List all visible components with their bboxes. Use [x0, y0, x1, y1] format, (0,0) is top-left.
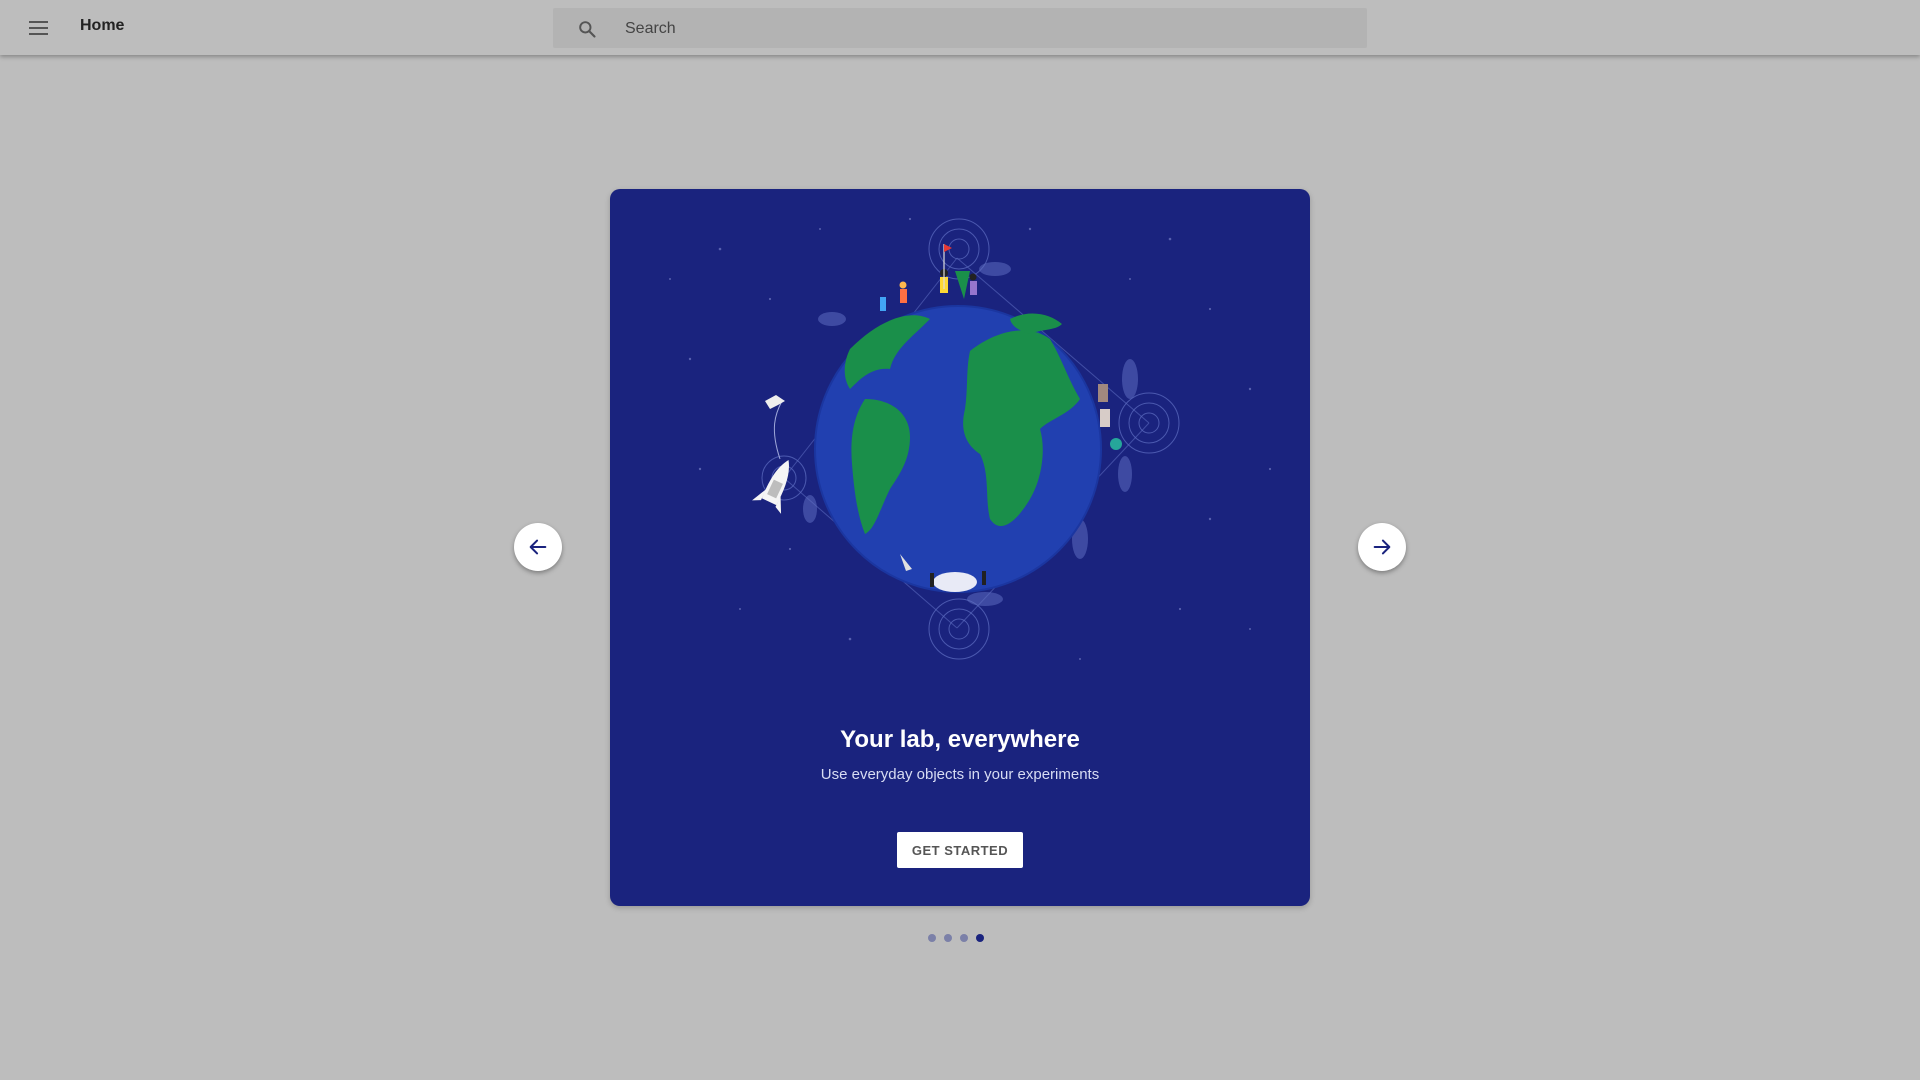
hamburger-menu-icon[interactable]	[22, 14, 54, 42]
carousel-pagination	[928, 933, 984, 943]
pagination-dot[interactable]	[960, 934, 968, 942]
pagination-dot-active[interactable]	[976, 934, 984, 942]
search-icon[interactable]	[577, 19, 597, 39]
arrow-left-icon	[529, 539, 547, 555]
slide-subtitle: Use everyday objects in your experiments	[820, 766, 1100, 783]
search-input[interactable]	[623, 16, 1347, 42]
page-title: Home	[80, 17, 125, 34]
previous-slide-button[interactable]	[514, 523, 562, 571]
globe-illustration	[669, 217, 1272, 660]
get-started-button[interactable]: GET STARTED	[897, 832, 1023, 868]
pagination-dot[interactable]	[944, 934, 952, 942]
pagination-dot[interactable]	[928, 934, 936, 942]
onboarding-card: Your lab, everywhere Use everyday object…	[610, 189, 1310, 906]
app-bar: Home	[0, 0, 1920, 55]
arrow-right-icon	[1373, 539, 1391, 555]
next-slide-button[interactable]	[1358, 523, 1406, 571]
slide-title: Your lab, everywhere	[840, 726, 1080, 753]
search-bar[interactable]	[553, 8, 1367, 48]
